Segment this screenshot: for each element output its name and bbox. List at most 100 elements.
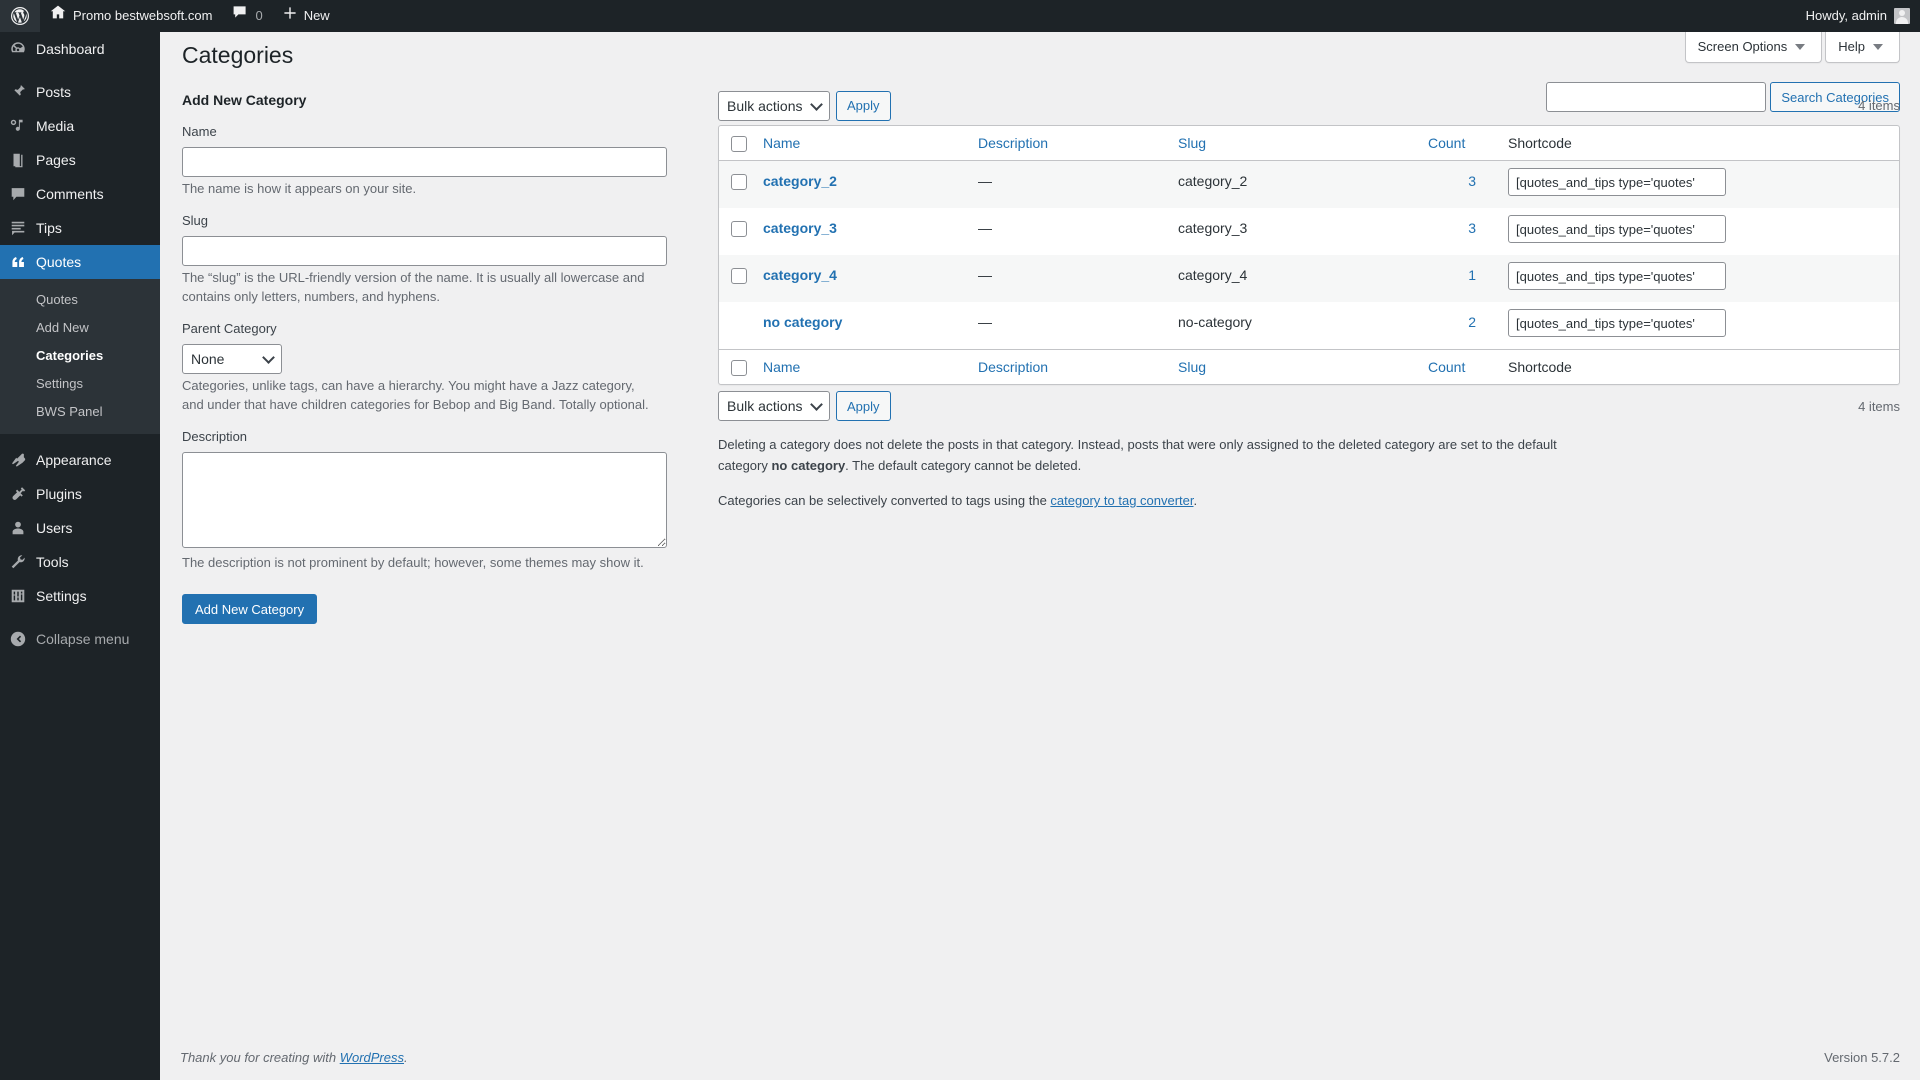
screen-options-label: Screen Options bbox=[1697, 39, 1788, 54]
columns-container: Add New Category Name The name is how it… bbox=[182, 90, 1900, 625]
table-foot: Name Description Slug Count Shortcode bbox=[719, 349, 1899, 384]
description-textarea[interactable] bbox=[182, 451, 667, 548]
row-checkbox[interactable] bbox=[731, 221, 747, 238]
row-shortcode-cell bbox=[1498, 208, 1899, 255]
admin-footer: Thank you for creating with WordPress. V… bbox=[160, 1035, 1920, 1080]
add-new-category-button[interactable]: Add New Category bbox=[182, 594, 318, 625]
column-header-description[interactable]: Description bbox=[968, 126, 1168, 162]
collapse-menu-label: Collapse menu bbox=[36, 631, 130, 647]
new-content-menu[interactable]: New bbox=[273, 0, 340, 32]
admin-bar-spacer bbox=[340, 0, 1796, 32]
collapse-menu-button[interactable]: Collapse menu bbox=[0, 622, 160, 656]
column-header-slug[interactable]: Slug bbox=[1168, 126, 1418, 162]
row-count-cell: 1 bbox=[1418, 255, 1498, 302]
shortcode-input[interactable] bbox=[1508, 215, 1726, 244]
column-header-name[interactable]: Name bbox=[753, 126, 968, 162]
column-header-count[interactable]: Count bbox=[1418, 126, 1498, 162]
sidebar-separator bbox=[0, 434, 160, 443]
sidebar-item-settings[interactable]: Settings bbox=[0, 579, 160, 613]
howdy-label: Howdy, admin bbox=[1805, 8, 1887, 23]
wp-logo-menu[interactable] bbox=[0, 0, 40, 32]
wordpress-link[interactable]: WordPress bbox=[340, 1050, 404, 1065]
help-button[interactable]: Help bbox=[1825, 32, 1900, 63]
table-row: category_2 — category_2 3 bbox=[719, 161, 1899, 209]
category-link[interactable]: no category bbox=[763, 314, 842, 330]
select-all-footer bbox=[719, 349, 753, 384]
apply-button-top[interactable]: Apply bbox=[836, 90, 891, 121]
my-account-menu[interactable]: Howdy, admin bbox=[1796, 0, 1920, 32]
shortcode-input[interactable] bbox=[1508, 168, 1726, 197]
home-icon bbox=[50, 0, 66, 32]
sidebar-item-media[interactable]: Media bbox=[0, 109, 160, 143]
parent-category-label: Parent Category bbox=[182, 320, 277, 336]
category-link[interactable]: category_2 bbox=[763, 173, 837, 189]
delete-note-text-2: . The default category cannot be deleted… bbox=[845, 458, 1082, 474]
category-to-tag-converter-link[interactable]: category to tag converter bbox=[1050, 493, 1193, 508]
row-checkbox[interactable] bbox=[731, 174, 747, 191]
sidebar-subitem-add-new[interactable]: Add New bbox=[0, 314, 160, 342]
sidebar-subitem-bws-panel[interactable]: BWS Panel bbox=[0, 398, 160, 426]
table-body: category_2 — category_2 3 [quotes_and_ti… bbox=[719, 161, 1899, 350]
column-footer-slug[interactable]: Slug bbox=[1168, 349, 1418, 384]
select-all-checkbox-top[interactable] bbox=[731, 136, 747, 153]
column-footer-name[interactable]: Name bbox=[753, 349, 968, 384]
sidebar-item-label: Appearance bbox=[36, 452, 112, 468]
help-label: Help bbox=[1838, 39, 1865, 54]
name-input[interactable] bbox=[182, 147, 667, 178]
sidebar-item-users[interactable]: Users bbox=[0, 511, 160, 545]
sidebar-subitem-settings[interactable]: Settings bbox=[0, 370, 160, 398]
sidebar-item-label: Plugins bbox=[36, 486, 82, 502]
name-label: Name bbox=[182, 124, 217, 140]
row-description-cell: — bbox=[978, 314, 992, 331]
parent-category-select[interactable]: None bbox=[182, 343, 282, 374]
row-checkbox[interactable] bbox=[731, 268, 747, 285]
site-name-menu[interactable]: Promo bestwebsoft.com bbox=[40, 0, 222, 32]
count-link[interactable]: 1 bbox=[1468, 267, 1476, 283]
sidebar-item-posts[interactable]: Posts bbox=[0, 75, 160, 109]
table-notes: Deleting a category does not delete the … bbox=[718, 435, 1900, 511]
column-footer-description[interactable]: Description bbox=[968, 349, 1168, 384]
admin-bar: Promo bestwebsoft.com 0 New Howdy, admin bbox=[0, 0, 1920, 32]
sidebar-item-pages[interactable]: Pages bbox=[0, 143, 160, 177]
slug-description: The “slug” is the URL-friendly version o… bbox=[182, 269, 645, 305]
sidebar-item-comments[interactable]: Comments bbox=[0, 177, 160, 211]
slug-input[interactable] bbox=[182, 235, 667, 266]
bulk-actions-select-bottom[interactable]: Bulk actions bbox=[718, 391, 830, 422]
row-count-cell: 2 bbox=[1418, 302, 1498, 349]
category-link[interactable]: category_3 bbox=[763, 220, 837, 236]
sidebar-item-appearance[interactable]: Appearance bbox=[0, 443, 160, 477]
count-link[interactable]: 2 bbox=[1468, 314, 1476, 330]
sidebar-item-label: Users bbox=[36, 520, 73, 536]
sidebar-subitem-categories[interactable]: Categories bbox=[0, 342, 160, 370]
sidebar-item-dashboard[interactable]: Dashboard bbox=[0, 32, 160, 66]
sidebar-item-tools[interactable]: Tools bbox=[0, 545, 160, 579]
count-link[interactable]: 3 bbox=[1468, 220, 1476, 236]
shortcode-input[interactable] bbox=[1508, 309, 1726, 338]
table-header-row: Name Description Slug Count Shortcode bbox=[719, 126, 1899, 162]
sidebar-item-plugins[interactable]: Plugins bbox=[0, 477, 160, 511]
sidebar-item-quotes[interactable]: Quotes bbox=[0, 245, 168, 279]
parent-category-description: Categories, unlike tags, can have a hier… bbox=[182, 377, 649, 413]
select-all-header bbox=[719, 126, 753, 162]
select-all-checkbox-bottom[interactable] bbox=[731, 360, 747, 377]
sidebar-item-label: Tips bbox=[36, 220, 62, 236]
field-slug: Slug The “slug” is the URL-friendly vers… bbox=[182, 207, 692, 307]
category-link[interactable]: category_4 bbox=[763, 267, 837, 283]
apply-button-bottom[interactable]: Apply bbox=[836, 391, 891, 422]
bulk-actions-top: Bulk actions Apply bbox=[718, 90, 891, 121]
comment-bubble-icon bbox=[232, 0, 248, 32]
sidebar-item-label: Settings bbox=[36, 588, 87, 604]
sidebar-subitem-quotes[interactable]: Quotes bbox=[0, 286, 160, 314]
avatar bbox=[1894, 8, 1910, 24]
shortcode-input[interactable] bbox=[1508, 262, 1726, 291]
comments-menu[interactable]: 0 bbox=[222, 0, 272, 32]
column-footer-count[interactable]: Count bbox=[1418, 349, 1498, 384]
wordpress-logo-icon bbox=[10, 6, 30, 26]
count-link[interactable]: 3 bbox=[1468, 173, 1476, 189]
convert-note: Categories can be selectively converted … bbox=[718, 491, 1598, 512]
bulk-actions-select-top[interactable]: Bulk actions bbox=[718, 90, 830, 121]
description-help: The description is not prominent by defa… bbox=[182, 554, 644, 570]
screen-options-button[interactable]: Screen Options bbox=[1684, 32, 1823, 63]
sidebar-item-tips[interactable]: Tips bbox=[0, 211, 160, 245]
users-icon bbox=[0, 519, 36, 537]
